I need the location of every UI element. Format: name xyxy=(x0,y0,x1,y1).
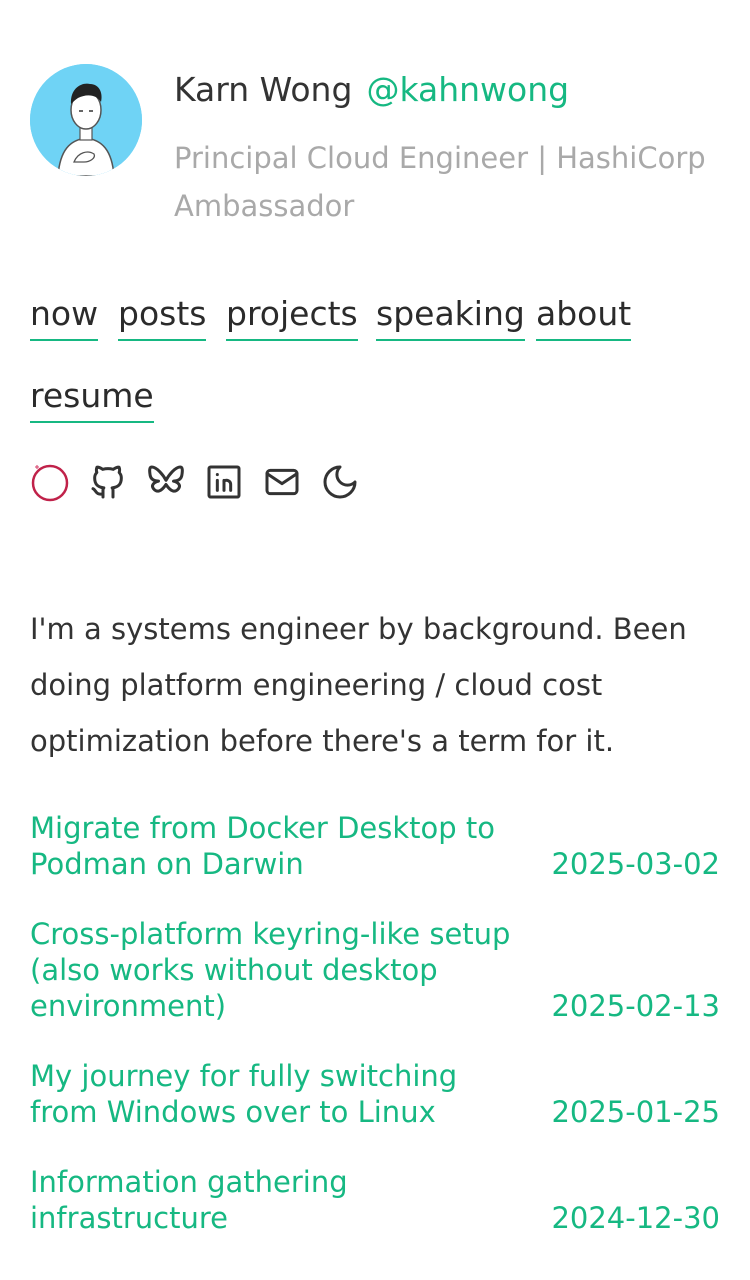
github-icon[interactable] xyxy=(88,462,128,502)
post-title-link[interactable]: Migrate from Docker Desktop to Podman on… xyxy=(30,810,530,882)
profile-name-line: Karn Wong @kahnwong xyxy=(174,68,569,112)
nav-link-resume[interactable]: resume xyxy=(30,372,154,423)
profile-subtitle: Principal Cloud Engineer | HashiCorp Amb… xyxy=(174,141,706,223)
moon-icon[interactable] xyxy=(320,462,360,502)
nav-link-speaking[interactable]: speaking xyxy=(376,290,525,341)
profile-handle-link[interactable]: @kahnwong xyxy=(366,70,569,109)
profile-name: Karn Wong xyxy=(174,70,353,109)
posts-list: Migrate from Docker Desktop to Podman on… xyxy=(30,810,720,1270)
post-date: 2024-12-30 xyxy=(551,1201,720,1235)
avatar[interactable] xyxy=(30,64,142,176)
status-ring-icon[interactable] xyxy=(30,462,70,502)
bluesky-icon[interactable] xyxy=(146,462,186,502)
list-item: Cross-platform keyring-like setup (also … xyxy=(30,916,720,1024)
post-date: 2025-03-02 xyxy=(551,847,720,881)
nav-link-about[interactable]: about xyxy=(536,290,632,341)
list-item: Information gathering infrastructure 202… xyxy=(30,1164,720,1236)
avatar-illustration xyxy=(30,64,142,176)
list-item: Migrate from Docker Desktop to Podman on… xyxy=(30,810,720,882)
linkedin-icon[interactable] xyxy=(204,462,244,502)
post-date: 2025-01-25 xyxy=(551,1095,720,1129)
nav-link-posts[interactable]: posts xyxy=(118,290,207,341)
post-title-link[interactable]: My journey for fully switching from Wind… xyxy=(30,1058,530,1130)
post-title-link[interactable]: Information gathering infrastructure xyxy=(30,1164,530,1236)
intro-text: I'm a systems engineer by background. Be… xyxy=(30,612,687,758)
profile-header: Karn Wong @kahnwong Principal Cloud Engin… xyxy=(30,64,720,234)
list-item: My journey for fully switching from Wind… xyxy=(30,1058,720,1130)
nav-link-now[interactable]: now xyxy=(30,290,99,341)
nav-link-projects[interactable]: projects xyxy=(226,290,358,341)
post-date: 2025-02-13 xyxy=(551,989,720,1023)
post-title-link[interactable]: Cross-platform keyring-like setup (also … xyxy=(30,916,530,1024)
mail-icon[interactable] xyxy=(262,462,302,502)
